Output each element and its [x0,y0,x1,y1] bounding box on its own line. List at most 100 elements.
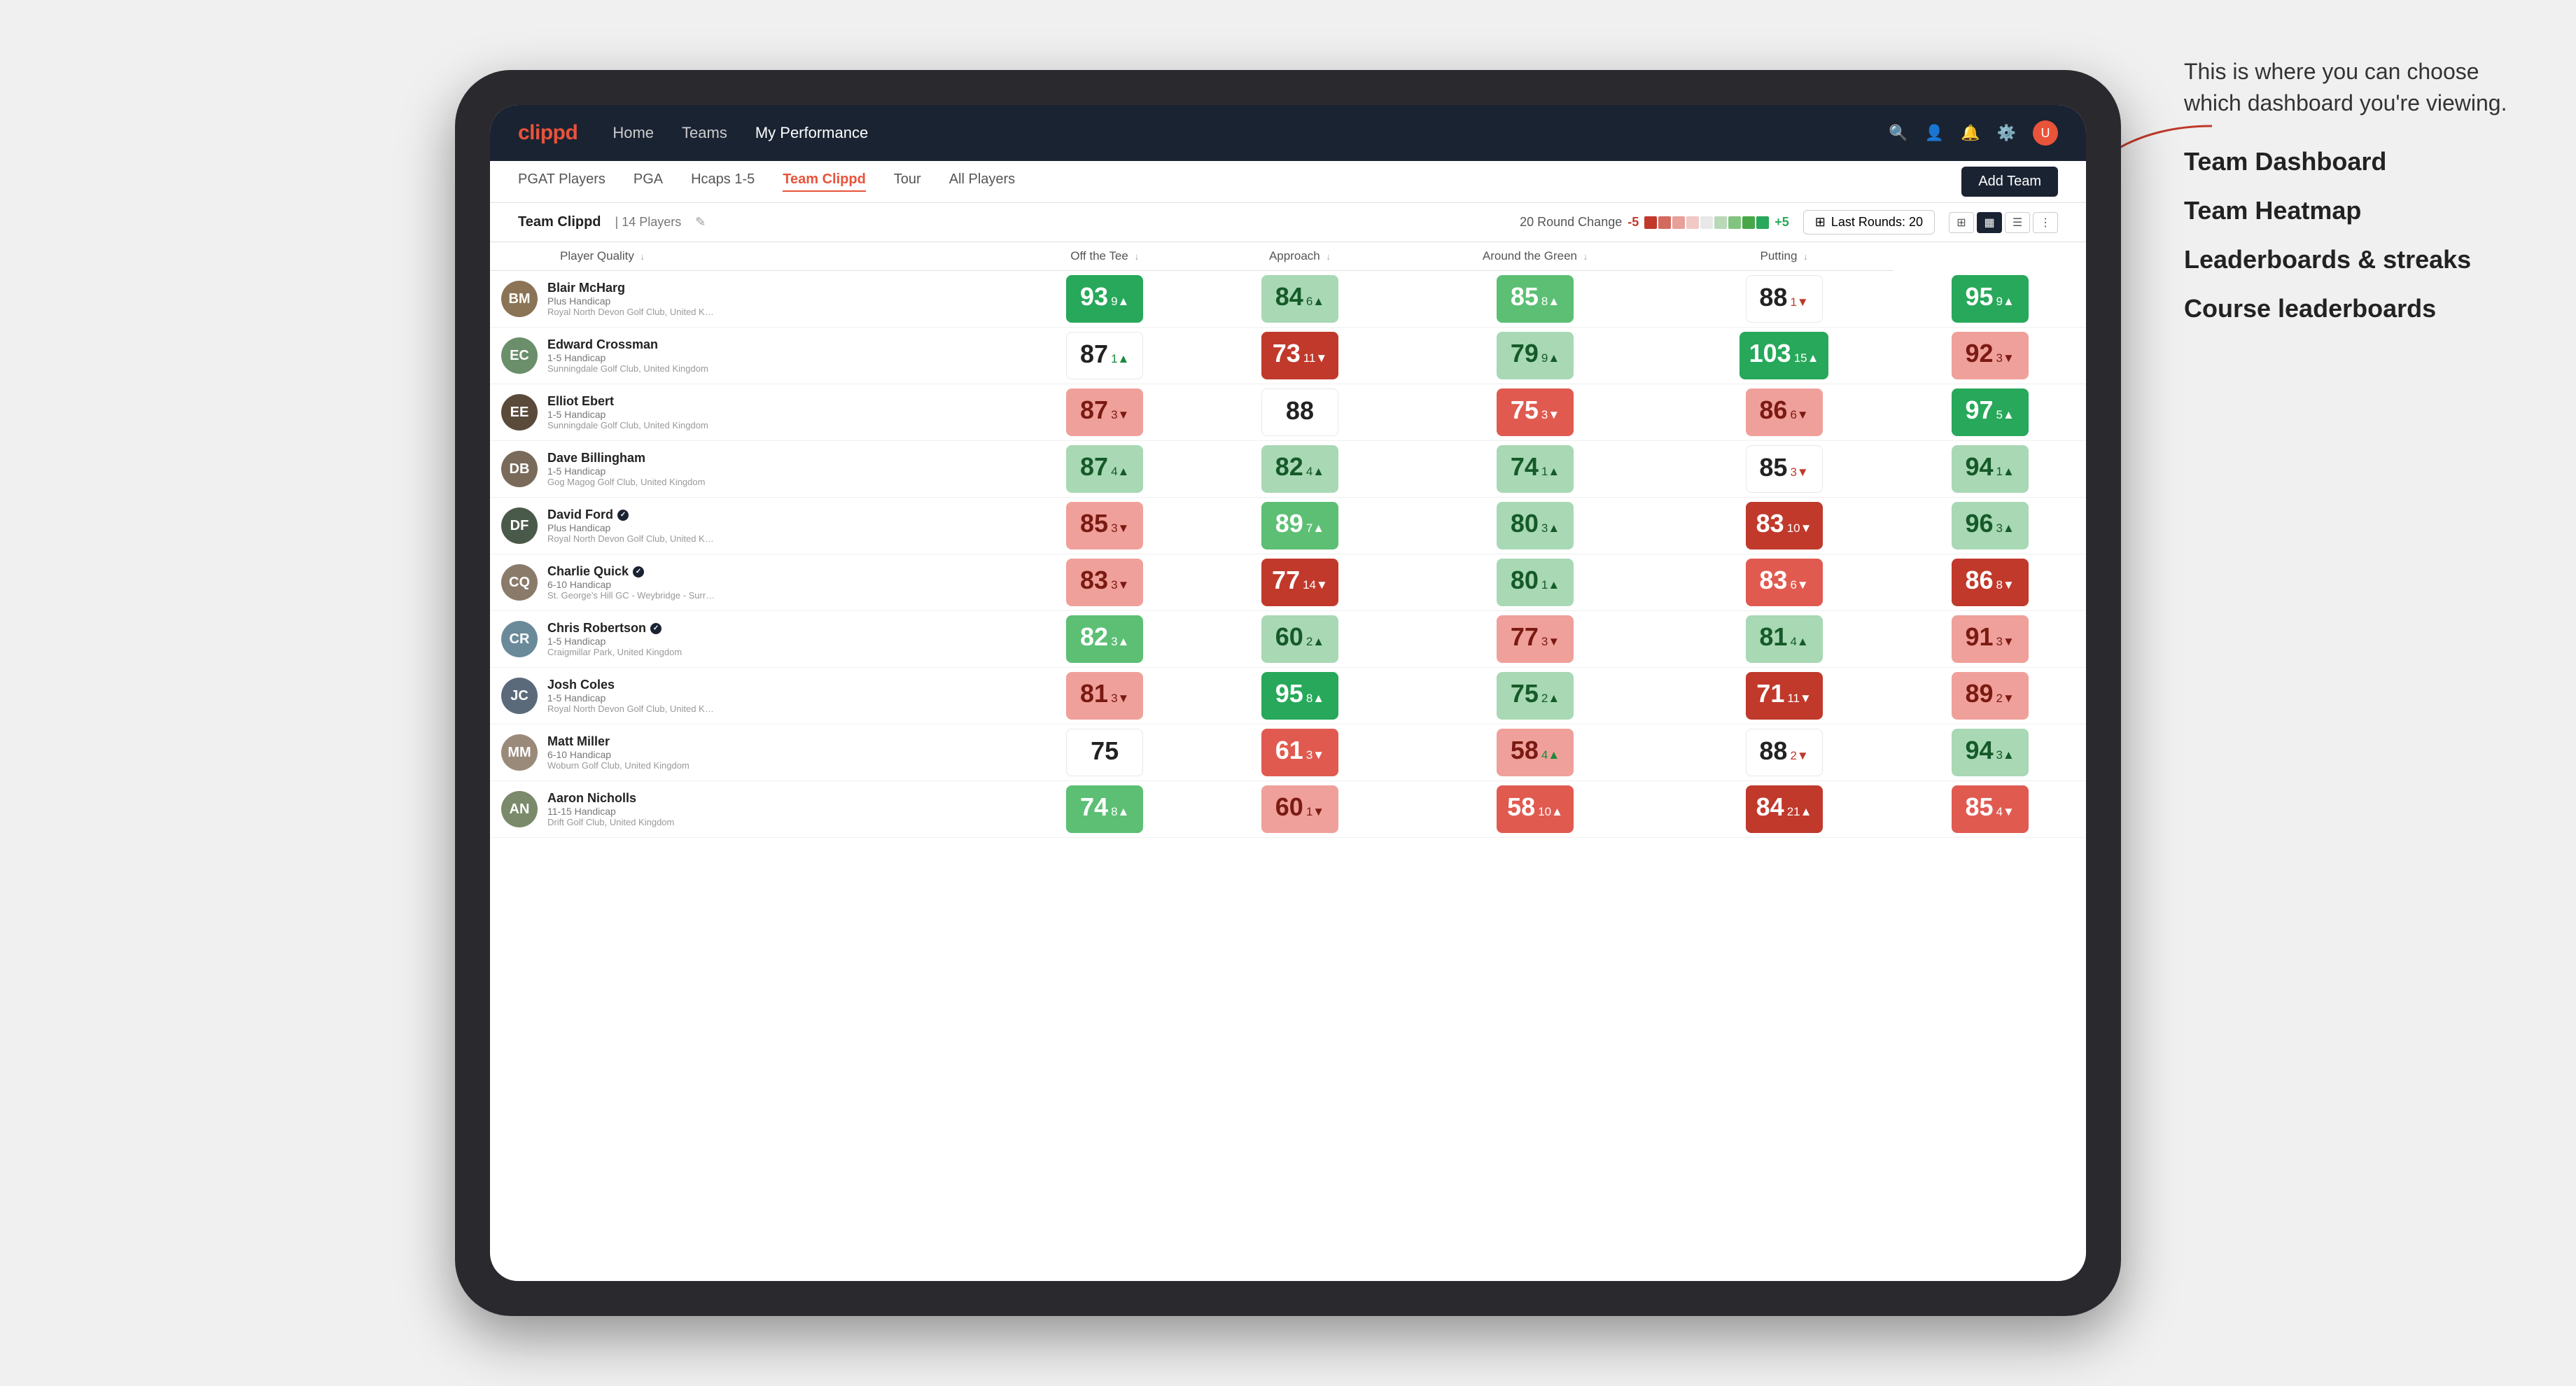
table-header-row: Player Quality ↓ Off the Tee ↓ Approach … [490,242,2086,271]
score-number: 87 [1080,340,1108,369]
table-row: BMBlair McHargPlus HandicapRoyal North D… [490,271,2086,328]
score-delta: 2▲ [1306,635,1324,649]
player-cell-6[interactable]: CRChris Robertson✓1-5 HandicapCraigmilla… [490,611,1006,668]
list-view-toggle[interactable]: ☰ [2005,212,2030,233]
score-box: 941▲ [1952,445,2029,493]
sub-nav-links: PGAT Players PGA Hcaps 1-5 Team Clippd Tour A… [518,172,1961,192]
around-green-header[interactable]: Around the Green ↓ [1396,242,1674,271]
score-number: 85 [1080,509,1108,538]
dashboard-option[interactable]: Leaderboards & streaks [2184,245,2534,274]
player-cell-2[interactable]: EEElliot Ebert1-5 HandicapSunningdale Go… [490,384,1006,441]
last-rounds-button[interactable]: ⊞ Last Rounds: 20 [1803,210,1935,234]
off-tee-header[interactable]: Off the Tee ↓ [1006,242,1204,271]
putting-header[interactable]: Putting ↓ [1674,242,1894,271]
approach-score-8: 584▲ [1396,724,1674,781]
score-delta: 15▲ [1794,351,1819,365]
verified-badge: ✓ [633,566,644,578]
approach-score-6: 773▼ [1396,611,1674,668]
score-number: 96 [1965,509,1993,538]
nav-links: Home Teams My Performance [612,124,1889,142]
avatar: CQ [501,564,538,601]
add-team-button[interactable]: Add Team [1961,167,2058,197]
score-number: 84 [1756,792,1784,822]
more-toggle[interactable]: ⋮ [2033,212,2058,233]
player-info: Edward Crossman1-5 HandicapSunningdale G… [547,337,708,374]
score-number: 73 [1273,339,1301,368]
score-box: 7111▼ [1746,672,1823,720]
search-icon[interactable]: 🔍 [1889,124,1907,142]
score-number: 75 [1511,396,1539,425]
player-club: Drift Golf Club, United Kingdom [547,817,674,827]
score-number: 87 [1080,396,1108,425]
table-row: JCJosh Coles1-5 HandicapRoyal North Devo… [490,668,2086,724]
approach-score-2: 753▼ [1396,384,1674,441]
score-box: 813▼ [1066,672,1143,720]
nav-link-teams[interactable]: Teams [682,124,727,142]
nav-link-home[interactable]: Home [612,124,654,142]
score-delta: 1▲ [1996,465,2015,479]
approach-header[interactable]: Approach ↓ [1204,242,1396,271]
dashboard-option[interactable]: Team Dashboard [2184,147,2534,176]
heatmap-gradient-bar [1644,216,1769,229]
dashboard-option[interactable]: Team Heatmap [2184,196,2534,225]
sub-nav-link-pgat-players[interactable]: PGAT Players [518,172,606,192]
player-cell-7[interactable]: JCJosh Coles1-5 HandicapRoyal North Devo… [490,668,1006,724]
player-club: Royal North Devon Golf Club, United King… [547,533,715,544]
score-delta: 3▼ [1111,578,1129,592]
sub-nav-link-team-clippd[interactable]: Team Clippd [783,172,866,192]
score-delta: 2▼ [1996,692,2015,706]
bell-icon[interactable]: 🔔 [1961,124,1980,142]
player-quality-score-5: 833▼ [1006,554,1204,611]
sub-nav-link-all-players[interactable]: All Players [949,172,1015,192]
avatar: DB [501,451,538,487]
player-club: St. George's Hill GC - Weybridge - Surre… [547,590,715,601]
score-number: 71 [1756,679,1784,708]
player-name: Aaron Nicholls [547,791,674,806]
player-cell-0[interactable]: BMBlair McHargPlus HandicapRoyal North D… [490,271,1006,328]
player-cell-4[interactable]: DFDavid Ford✓Plus HandicapRoyal North De… [490,498,1006,554]
approach-score-4: 803▲ [1396,498,1674,554]
players-table: Player Quality ↓ Off the Tee ↓ Approach … [490,242,2086,838]
edit-icon[interactable]: ✎ [695,215,706,230]
player-handicap: Plus Handicap [547,522,715,533]
round-change-label: 20 Round Change -5 +5 [1520,215,1789,230]
sub-nav-link-hcaps-1-5[interactable]: Hcaps 1-5 [691,172,755,192]
user-icon[interactable]: 👤 [1925,124,1944,142]
player-info: Chris Robertson✓1-5 HandicapCraigmillar … [547,621,682,657]
score-delta: 3▼ [1996,351,2015,365]
heatmap-view-toggle[interactable]: ▦ [1977,212,2002,233]
player-quality-header[interactable]: Player Quality ↓ [490,242,1006,271]
table-row: CRChris Robertson✓1-5 HandicapCraigmilla… [490,611,2086,668]
score-box: 873▼ [1066,388,1143,436]
player-name: Chris Robertson✓ [547,621,682,636]
player-info: Aaron Nicholls11-15 HandicapDrift Golf C… [547,791,674,827]
player-cell-8[interactable]: MMMatt Miller6-10 HandicapWoburn Golf Cl… [490,724,1006,781]
sub-nav-link-tour[interactable]: Tour [894,172,921,192]
score-box: 871▲ [1066,332,1143,379]
player-name: Matt Miller [547,734,690,749]
player-cell-3[interactable]: DBDave Billingham1-5 HandicapGog Magog G… [490,441,1006,498]
sub-nav-link-pga[interactable]: PGA [634,172,663,192]
score-number: 80 [1511,509,1539,538]
score-box: 913▼ [1952,615,2029,663]
settings-icon[interactable]: ⚙️ [1997,124,2016,142]
player-cell-9[interactable]: ANAaron Nicholls11-15 HandicapDrift Golf… [490,781,1006,838]
score-box: 853▼ [1746,445,1823,493]
score-delta: 6▼ [1790,578,1808,592]
player-cell-1[interactable]: ECEdward Crossman1-5 HandicapSunningdale… [490,328,1006,384]
player-cell-5[interactable]: CQCharlie Quick✓6-10 HandicapSt. George'… [490,554,1006,611]
nav-link-my-performance[interactable]: My Performance [755,124,868,142]
score-delta: 14▼ [1303,578,1328,592]
avatar-icon[interactable]: U [2033,120,2058,146]
score-number: 58 [1511,736,1539,765]
player-club: Craigmillar Park, United Kingdom [547,647,682,657]
player-info: Elliot Ebert1-5 HandicapSunningdale Golf… [547,394,708,430]
score-delta: 9▲ [1111,295,1129,309]
app-logo: clippd [518,121,578,145]
score-box: 892▼ [1952,672,2029,720]
score-box: 814▲ [1746,615,1823,663]
dashboard-option[interactable]: Course leaderboards [2184,294,2534,323]
grid-view-toggle[interactable]: ⊞ [1949,212,1974,233]
score-delta: 3▲ [1541,522,1560,536]
player-name: Edward Crossman [547,337,708,352]
